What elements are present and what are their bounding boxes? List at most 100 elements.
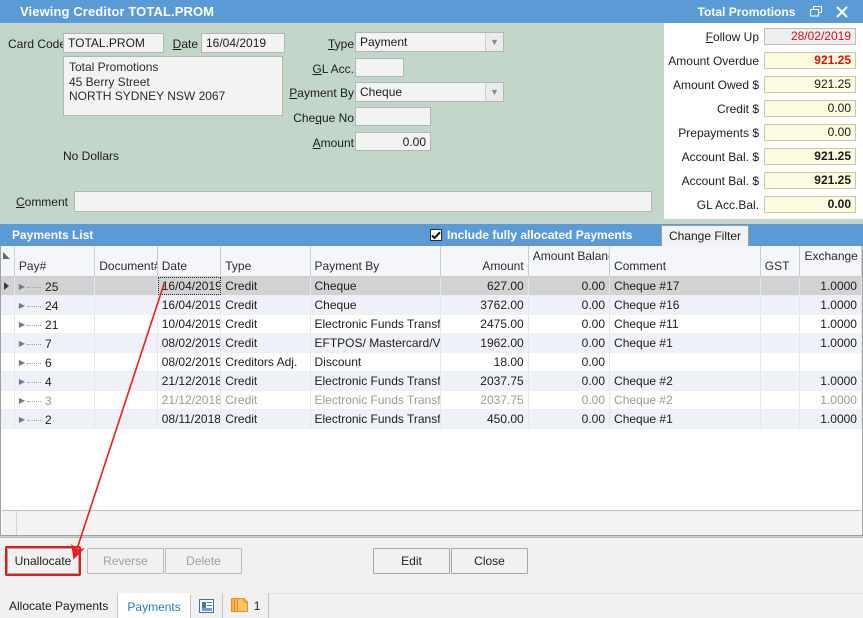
include-allocated-checkbox-wrap[interactable]: Include fully allocated Payments [430,224,632,246]
cell-pay[interactable]: ▶3 [15,391,95,409]
column-header-amount[interactable]: Amount [441,246,528,276]
cell-rate[interactable] [800,353,862,371]
card-code-input[interactable]: TOTAL.PROM [63,33,164,53]
table-row[interactable]: ▶4 21/12/2018 Credit Electronic Funds Tr… [1,372,862,391]
cell-comment[interactable] [610,353,761,371]
cell-type[interactable]: Credit [221,334,310,352]
cell-pay[interactable]: ▶24 [15,296,95,314]
grid-corner-sort-icon[interactable] [1,246,15,276]
cell-rate[interactable]: 1.0000 [800,410,862,428]
cell-payby[interactable]: Discount [311,353,442,371]
cell-type[interactable]: Credit [221,372,310,390]
cell-payby[interactable]: Electronic Funds Transfer [311,410,442,428]
cell-date[interactable]: 16/04/2019 [158,277,222,295]
cell-type[interactable]: Creditors Adj. [221,353,310,371]
gl-acc-input[interactable] [355,58,404,77]
cell-amount[interactable]: 1962.00 [441,334,528,352]
cell-date[interactable]: 21/12/2018 [158,372,222,390]
table-row[interactable]: ▶21 10/04/2019 Credit Electronic Funds T… [1,315,862,334]
cell-gst[interactable] [761,296,801,314]
column-header-payby[interactable]: Payment By [311,246,442,276]
cell-comment[interactable]: Cheque #16 [610,296,761,314]
restore-window-icon[interactable] [803,0,829,23]
cell-date[interactable]: 10/04/2019 [158,315,222,333]
column-header-pay[interactable]: Pay# [15,246,95,276]
column-header-document[interactable]: Document# [95,246,158,276]
close-button[interactable]: Close [451,548,528,574]
column-header-exchange-rate[interactable]: Exchange Rate [800,246,862,276]
type-select[interactable]: Payment ▼ [355,32,504,52]
table-row[interactable]: ▶2 08/11/2018 Credit Electronic Funds Tr… [1,410,862,429]
cell-balance[interactable]: 0.00 [529,277,610,295]
cell-document[interactable] [95,296,158,314]
cell-document[interactable] [95,372,158,390]
column-header-comment[interactable]: Comment [610,246,761,276]
cell-balance[interactable]: 0.00 [529,353,610,371]
cell-document[interactable] [95,315,158,333]
table-row[interactable]: ▶24 16/04/2019 Credit Cheque 3762.00 0.0… [1,296,862,315]
comment-input[interactable] [74,191,652,212]
cell-amount[interactable]: 3762.00 [441,296,528,314]
tab-report-icon[interactable] [191,593,223,618]
cell-type[interactable]: Credit [221,277,310,295]
cell-comment[interactable]: Cheque #1 [610,334,761,352]
close-window-icon[interactable] [829,0,855,23]
cell-payby[interactable]: Cheque [311,277,442,295]
cell-gst[interactable] [761,334,801,352]
cell-amount[interactable]: 18.00 [441,353,528,371]
cell-balance[interactable]: 0.00 [529,372,610,390]
table-row[interactable]: ▶25 16/04/2019 Credit Cheque 627.00 0.00… [1,277,862,296]
amount-input[interactable]: 0.00 [355,132,431,151]
cell-rate[interactable]: 1.0000 [800,277,862,295]
cell-rate[interactable]: 1.0000 [800,391,862,409]
cell-balance[interactable]: 0.00 [529,296,610,314]
cell-date[interactable]: 16/04/2019 [158,296,222,314]
cell-balance[interactable]: 0.00 [529,391,610,409]
cell-rate[interactable]: 1.0000 [800,296,862,314]
cell-date[interactable]: 21/12/2018 [158,391,222,409]
cell-payby[interactable]: Electronic Funds Transfer [311,391,442,409]
column-header-gst[interactable]: GST [761,246,801,276]
tab-allocate-payments[interactable]: Allocate Payments [0,593,118,618]
cell-date[interactable]: 08/11/2018 [158,410,222,428]
table-row[interactable]: ▶7 08/02/2019 Credit EFTPOS/ Mastercard/… [1,334,862,353]
cell-amount[interactable]: 2475.00 [441,315,528,333]
cell-amount[interactable]: 2037.75 [441,372,528,390]
cell-date[interactable]: 08/02/2019 [158,334,222,352]
cell-rate[interactable]: 1.0000 [800,315,862,333]
cell-payby[interactable]: EFTPOS/ Mastercard/Visa [311,334,442,352]
date-input[interactable]: 16/04/2019 [201,33,285,53]
table-row[interactable]: ▶6 08/02/2019 Creditors Adj. Discount 18… [1,353,862,372]
cell-pay[interactable]: ▶25 [15,277,95,295]
cell-comment[interactable]: Cheque #11 [610,315,761,333]
payment-by-select[interactable]: Cheque ▼ [355,82,504,102]
cell-gst[interactable] [761,277,801,295]
cell-type[interactable]: Credit [221,391,310,409]
cell-rate[interactable]: 1.0000 [800,334,862,352]
tab-payments[interactable]: Payments [118,593,190,618]
edit-button[interactable]: Edit [373,548,450,574]
cell-gst[interactable] [761,315,801,333]
column-header-type[interactable]: Type [221,246,310,276]
include-allocated-checkbox[interactable] [430,229,442,241]
cell-document[interactable] [95,277,158,295]
table-row[interactable]: ▶3 21/12/2018 Credit Electronic Funds Tr… [1,391,862,410]
cheque-no-input[interactable] [355,107,431,126]
cell-comment[interactable]: Cheque #1 [610,410,761,428]
cell-gst[interactable] [761,372,801,390]
tab-attachments[interactable]: 1 [223,593,270,618]
cell-type[interactable]: Credit [221,410,310,428]
cell-document[interactable] [95,391,158,409]
cell-amount[interactable]: 627.00 [441,277,528,295]
cell-document[interactable] [95,353,158,371]
cell-comment[interactable]: Cheque #17 [610,277,761,295]
change-filter-button[interactable]: Change Filter [661,225,749,246]
cell-comment[interactable]: Cheque #2 [610,372,761,390]
cell-document[interactable] [95,334,158,352]
cell-pay[interactable]: ▶7 [15,334,95,352]
cell-document[interactable] [95,410,158,428]
cell-rate[interactable]: 1.0000 [800,372,862,390]
cell-payby[interactable]: Electronic Funds Transfer [311,372,442,390]
cell-date[interactable]: 08/02/2019 [158,353,222,371]
cell-gst[interactable] [761,410,801,428]
